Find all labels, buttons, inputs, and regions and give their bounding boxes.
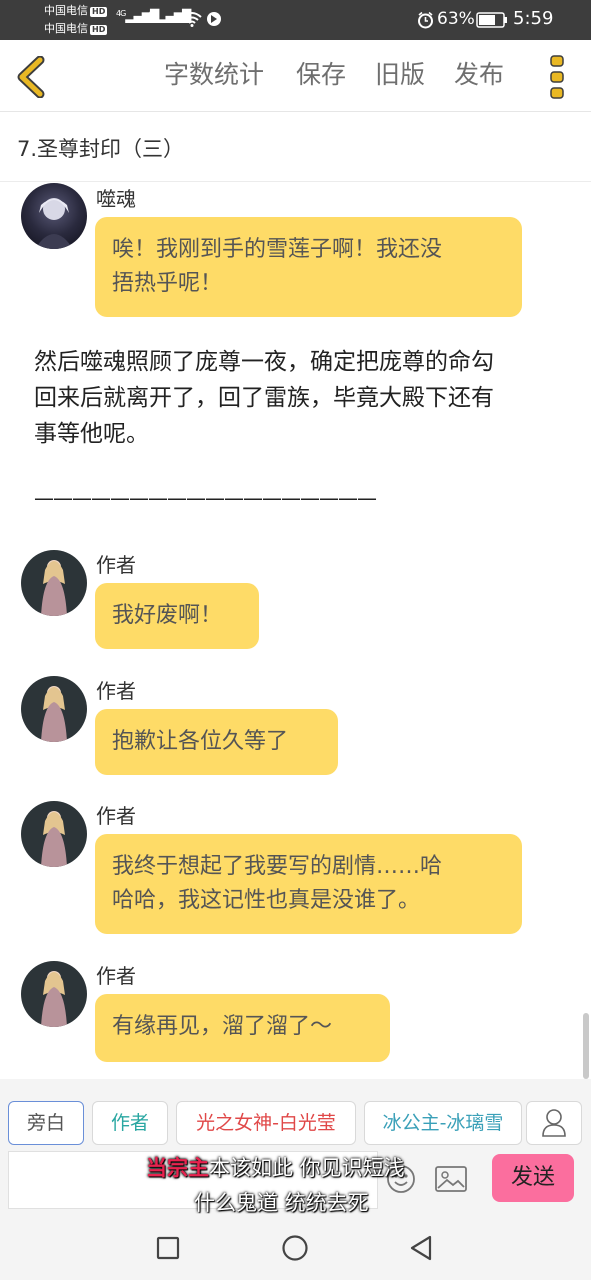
subtitle-highlight: 当宗主	[146, 1156, 209, 1180]
role-author-button[interactable]: 作者	[92, 1101, 168, 1145]
carrier-2: 中国电信 HD	[44, 22, 108, 35]
top-toolbar: 字数统计 保存 旧版 发布	[0, 40, 591, 112]
author-avatar-icon	[21, 961, 87, 1027]
subtitle-overlay-line1: 当宗主本该如此 你见识短浅	[146, 1152, 405, 1182]
back-arrow-icon[interactable]	[14, 56, 46, 98]
chapter-title-row: 7.圣尊封印（三）	[0, 112, 591, 182]
nfc-icon	[207, 12, 221, 26]
avatar-author[interactable]	[21, 676, 87, 742]
nav-recent-icon[interactable]	[156, 1236, 180, 1260]
author-avatar-icon	[21, 801, 87, 867]
message-bubble[interactable]: 我终于想起了我要写的剧情……哈 哈哈，我这记性也真是没谁了。	[95, 834, 522, 934]
subtitle-rest: 本该如此 你见识短浅	[209, 1156, 405, 1180]
nav-home-icon[interactable]	[281, 1234, 309, 1262]
publish-button[interactable]: 发布	[454, 58, 504, 92]
narration-text[interactable]: 然后噬魂照顾了庞尊一夜，确定把庞尊的命勾 回来后就离开了，回了雷族，毕竟大殿下还…	[34, 344, 564, 452]
role-princess-button[interactable]: 冰公主-冰璃雪	[364, 1101, 522, 1145]
scrollbar[interactable]	[583, 1013, 589, 1079]
message-line: 哈哈，我这记性也真是没谁了。	[112, 888, 421, 913]
avatar-author[interactable]	[21, 801, 87, 867]
message-bubble[interactable]: 抱歉让各位久等了	[95, 709, 338, 775]
nav-back-icon[interactable]	[408, 1234, 434, 1262]
status-bar: 中国电信 HD 中国电信 HD 4G▂▄▆█ 4G▂▄▆█ 63% 5:59	[0, 0, 591, 40]
message-line: 捂热乎呢！	[112, 271, 223, 296]
chapter-title[interactable]: 7.圣尊封印（三）	[17, 133, 184, 163]
avatar-shihun[interactable]	[21, 183, 87, 249]
message-bubble[interactable]: 唉！我刚到手的雪莲子啊！我还没 捂热乎呢！	[95, 217, 522, 317]
system-nav-bar	[0, 1214, 591, 1280]
avatar-author[interactable]	[21, 961, 87, 1027]
role-goddess-button[interactable]: 光之女神-白光莹	[176, 1101, 356, 1145]
message-line: 我终于想起了我要写的剧情……哈	[112, 854, 443, 879]
speaker-name: 噬魂	[96, 187, 136, 211]
speaker-name: 作者	[96, 553, 136, 577]
menu-dots-icon[interactable]	[549, 54, 567, 100]
narration-line: 回来后就离开了，回了雷族，毕竟大殿下还有	[34, 385, 494, 411]
image-icon[interactable]	[435, 1166, 467, 1192]
author-avatar-icon	[21, 550, 87, 616]
message-bubble[interactable]: 有缘再见，溜了溜了～	[95, 994, 390, 1062]
message-line: 抱歉让各位久等了	[112, 729, 289, 754]
message-line: 唉！我刚到手的雪莲子啊！我还没	[112, 237, 443, 262]
divider-line: ——————————————————	[34, 486, 377, 510]
wifi-icon	[182, 12, 202, 27]
message-bubble[interactable]: 我好废啊！	[95, 583, 259, 649]
battery-icon	[476, 12, 507, 28]
battery-percent: 63%	[437, 9, 475, 29]
carrier-1: 中国电信 HD	[44, 4, 108, 17]
word-count-button[interactable]: 字数统计	[164, 58, 264, 92]
message-line: 我好废啊！	[112, 603, 223, 628]
message-line: 有缘再见，溜了溜了～	[112, 1014, 333, 1039]
author-avatar-icon	[21, 676, 87, 742]
role-manage-button[interactable]	[526, 1101, 582, 1145]
user-icon	[542, 1109, 566, 1137]
old-version-button[interactable]: 旧版	[375, 58, 425, 92]
alarm-icon	[418, 11, 433, 29]
narration-line: 然后噬魂照顾了庞尊一夜，确定把庞尊的命勾	[34, 349, 494, 375]
narration-line: 事等他呢。	[34, 421, 149, 447]
speaker-name: 作者	[96, 679, 136, 703]
role-narrator-button[interactable]: 旁白	[8, 1101, 84, 1145]
save-button[interactable]: 保存	[296, 58, 346, 92]
speaker-name: 作者	[96, 804, 136, 828]
send-button[interactable]: 发送	[492, 1154, 574, 1202]
subtitle-overlay-line2: 什么鬼道 统统去死	[194, 1191, 369, 1215]
avatar-author[interactable]	[21, 550, 87, 616]
character-avatar-icon	[35, 198, 73, 249]
clock: 5:59	[513, 8, 554, 29]
chat-content[interactable]: 噬魂 唉！我刚到手的雪莲子啊！我还没 捂热乎呢！ 然后噬魂照顾了庞尊一夜，确定把…	[0, 182, 591, 1079]
speaker-name: 作者	[96, 964, 136, 988]
